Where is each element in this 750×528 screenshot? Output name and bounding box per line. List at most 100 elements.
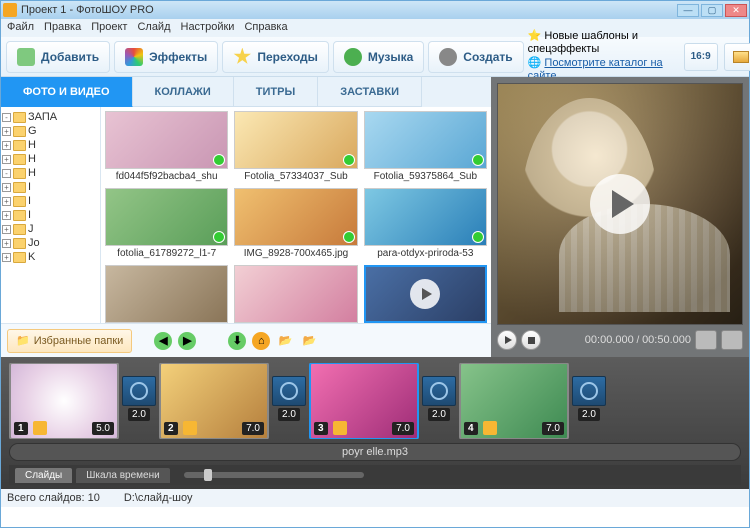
aspect-ratio-button[interactable]: 16:9 — [684, 43, 718, 71]
timeline-slide[interactable]: 47.0 — [459, 363, 569, 439]
music-button[interactable]: Музыка — [333, 41, 424, 73]
transition-box[interactable]: 2.0 — [421, 376, 457, 426]
thumbnail[interactable]: para-otdyx-priroda-53 — [364, 188, 487, 259]
favorites-button[interactable]: 📁Избранные папки — [7, 329, 132, 353]
expand-icon[interactable]: - — [2, 169, 11, 178]
thumbnail[interactable]: видео.mp4 — [364, 265, 487, 323]
edit-icon[interactable] — [183, 421, 197, 435]
home-icon[interactable]: ⌂ — [252, 332, 270, 350]
slide-duration[interactable]: 7.0 — [542, 422, 564, 435]
transition-duration[interactable]: 2.0 — [278, 408, 300, 421]
menu-settings[interactable]: Настройки — [181, 21, 235, 35]
expand-icon[interactable]: + — [2, 253, 11, 262]
transition-duration[interactable]: 2.0 — [428, 408, 450, 421]
tree-item[interactable]: +K — [2, 250, 99, 264]
tree-item[interactable]: +I — [2, 180, 99, 194]
transition-duration[interactable]: 2.0 — [128, 408, 150, 421]
thumbnail-label: para-otdyx-priroda-53 — [377, 248, 473, 259]
play-button[interactable] — [497, 330, 517, 350]
tab-titles[interactable]: ТИТРЫ — [234, 77, 318, 107]
thumbnail[interactable]: photodune-5636213-7 — [105, 265, 228, 323]
folder-icon — [13, 252, 26, 263]
audio-track[interactable]: poyr elle.mp3 — [9, 443, 741, 461]
expand-icon[interactable]: + — [2, 225, 11, 234]
transition-icon — [572, 376, 606, 406]
timeline-slide[interactable]: 37.0 — [309, 363, 419, 439]
transitions-button[interactable]: Переходы — [222, 41, 329, 73]
effects-button[interactable]: Эффекты — [114, 41, 218, 73]
thumbnail[interactable]: fotolia_61789272_l1-7 — [105, 188, 228, 259]
edit-icon[interactable] — [333, 421, 347, 435]
thumbnail[interactable]: IMG_8928-700x465.jpg — [234, 188, 357, 259]
minimize-button[interactable]: — — [677, 4, 699, 17]
tree-item[interactable]: +I — [2, 194, 99, 208]
expand-icon[interactable]: + — [2, 197, 11, 206]
tree-item[interactable]: -ЗАПА — [2, 110, 99, 124]
maximize-button[interactable]: ▢ — [701, 4, 723, 17]
thumbnail[interactable]: shutterstock_7254 — [234, 265, 357, 323]
expand-icon[interactable]: + — [2, 211, 11, 220]
tab-photo-video[interactable]: ФОТО И ВИДЕО — [1, 77, 133, 107]
create-button[interactable]: Создать — [428, 41, 523, 73]
edit-icon[interactable] — [33, 421, 47, 435]
thumbnail[interactable]: Fotolia_57334037_Sub — [234, 111, 357, 182]
menu-slide[interactable]: Слайд — [137, 21, 170, 35]
folder-star-icon: 📁 — [16, 334, 30, 347]
nav-back-icon[interactable]: ◀ — [154, 332, 172, 350]
timeline-slide[interactable]: 15.0 — [9, 363, 119, 439]
content-tabs: ФОТО И ВИДЕО КОЛЛАЖИ ТИТРЫ ЗАСТАВКИ — [1, 77, 491, 107]
edit-icon[interactable] — [483, 421, 497, 435]
tree-item[interactable]: +J — [2, 222, 99, 236]
nav-forward-icon[interactable]: ▶ — [178, 332, 196, 350]
expand-icon[interactable]: + — [2, 183, 11, 192]
expand-icon[interactable]: - — [2, 113, 11, 122]
zoom-slider[interactable] — [184, 472, 364, 478]
menu-file[interactable]: Файл — [7, 21, 34, 35]
tree-item[interactable]: +H — [2, 152, 99, 166]
add-button[interactable]: Добавить — [6, 41, 110, 73]
tree-item[interactable]: -H — [2, 166, 99, 180]
tab-slides-mode[interactable]: Слайды — [15, 468, 72, 483]
expand-icon[interactable]: + — [2, 155, 11, 164]
zoom-thumb[interactable] — [204, 469, 212, 481]
fav-add-icon[interactable]: 📂 — [276, 332, 294, 350]
window-title: Проект 1 - ФотоШОУ PRO — [21, 4, 677, 16]
slide-number: 1 — [14, 422, 28, 435]
tree-item[interactable]: +I — [2, 208, 99, 222]
tree-item[interactable]: +H — [2, 138, 99, 152]
bgcolor-button[interactable] — [724, 43, 750, 71]
expand-icon[interactable]: + — [2, 239, 11, 248]
folder-icon — [13, 196, 26, 207]
tree-item[interactable]: +Jo — [2, 236, 99, 250]
play-overlay-icon[interactable] — [590, 174, 650, 234]
transition-duration[interactable]: 2.0 — [578, 408, 600, 421]
folder-tree[interactable]: -ЗАПА+G+H+H-H+I+I+I+J+Jo+K — [1, 107, 101, 323]
tab-collages[interactable]: КОЛЛАЖИ — [133, 77, 234, 107]
menu-project[interactable]: Проект — [91, 21, 127, 35]
menu-edit[interactable]: Правка — [44, 21, 81, 35]
stop-button[interactable] — [521, 330, 541, 350]
timeline-track[interactable]: 15.02.027.02.037.02.047.02.0 — [9, 363, 741, 439]
video-preview[interactable] — [497, 83, 743, 325]
menu-help[interactable]: Справка — [244, 21, 287, 35]
thumbnail[interactable]: Fotolia_59375864_Sub — [364, 111, 487, 182]
expand-icon[interactable]: + — [2, 141, 11, 150]
fullscreen-button[interactable] — [721, 330, 743, 350]
tree-item[interactable]: +G — [2, 124, 99, 138]
transition-box[interactable]: 2.0 — [121, 376, 157, 426]
transition-box[interactable]: 2.0 — [271, 376, 307, 426]
add-all-icon[interactable]: ⬇ — [228, 332, 246, 350]
tab-timeline-mode[interactable]: Шкала времени — [76, 468, 169, 483]
close-button[interactable]: ✕ — [725, 4, 747, 17]
slide-duration[interactable]: 5.0 — [92, 422, 114, 435]
snapshot-button[interactable] — [695, 330, 717, 350]
thumbnail[interactable]: fd044f5f92bacba4_shu — [105, 111, 228, 182]
promo-box: ⭐ Новые шаблоны и спецэффекты 🌐 Посмотри… — [528, 30, 678, 83]
tab-screensavers[interactable]: ЗАСТАВКИ — [318, 77, 422, 107]
expand-icon[interactable]: + — [2, 127, 11, 136]
transition-box[interactable]: 2.0 — [571, 376, 607, 426]
timeline-slide[interactable]: 27.0 — [159, 363, 269, 439]
fav-remove-icon[interactable]: 📂 — [300, 332, 318, 350]
slide-duration[interactable]: 7.0 — [392, 422, 414, 435]
slide-duration[interactable]: 7.0 — [242, 422, 264, 435]
